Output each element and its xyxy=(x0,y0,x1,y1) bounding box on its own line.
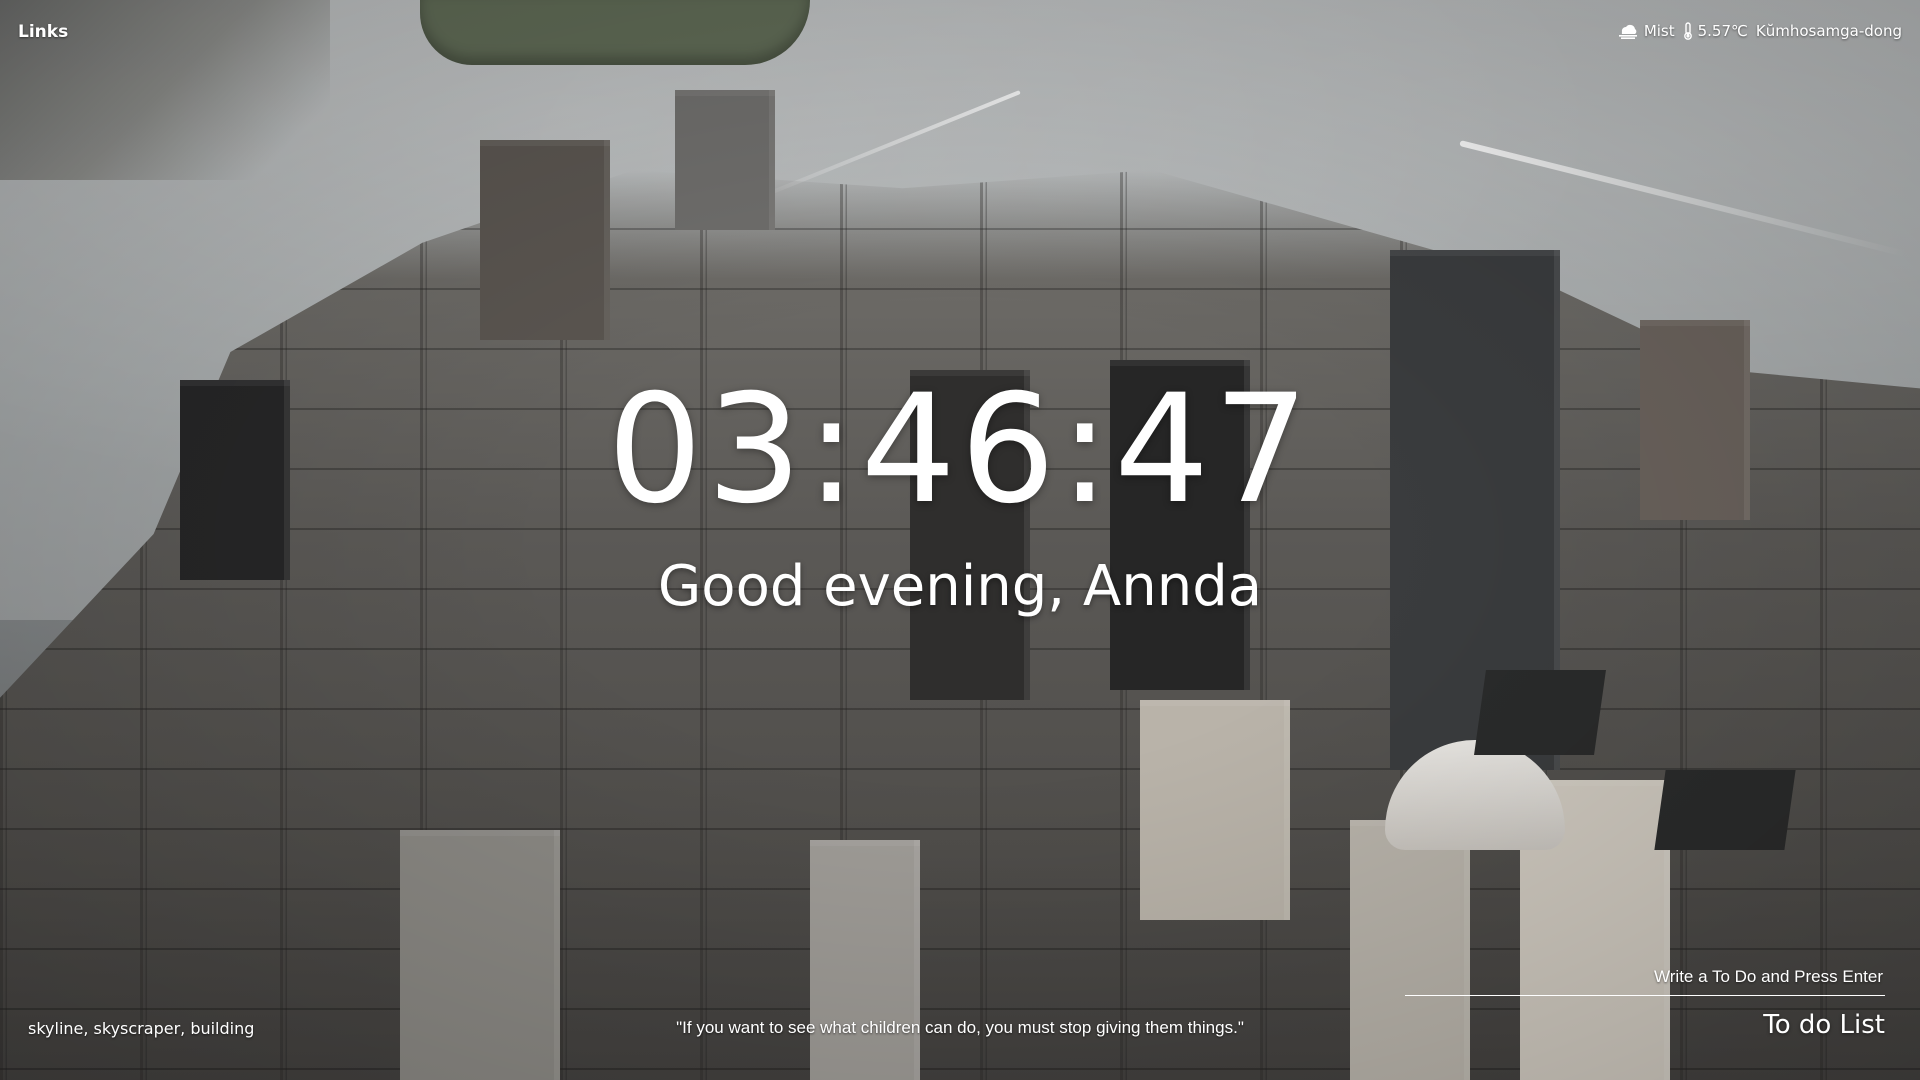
todo-list-button[interactable]: To do List xyxy=(1763,1010,1885,1040)
background-photo xyxy=(0,0,1920,1080)
greeting-text: Good evening, Annda xyxy=(657,554,1263,619)
temperature-value: 5.57℃ xyxy=(1697,22,1748,40)
weather-condition-label: Mist xyxy=(1643,22,1675,40)
clock-time: 03:46:47 xyxy=(607,363,1313,537)
cloud-mist-icon xyxy=(1617,23,1639,39)
thermometer-icon xyxy=(1683,22,1693,40)
todo-input[interactable] xyxy=(1405,965,1885,996)
weather-temperature: 5.57℃ xyxy=(1683,22,1748,40)
links-button[interactable]: Links xyxy=(18,22,68,42)
vignette xyxy=(0,0,1920,1080)
weather-condition: Mist xyxy=(1617,22,1675,40)
weather-widget: Mist 5.57℃ Kŭmhosamga-dong xyxy=(1617,22,1902,40)
quote-text: "If you want to see what children can do… xyxy=(676,1018,1244,1037)
location-label: Kŭmhosamga-dong xyxy=(1755,22,1902,40)
